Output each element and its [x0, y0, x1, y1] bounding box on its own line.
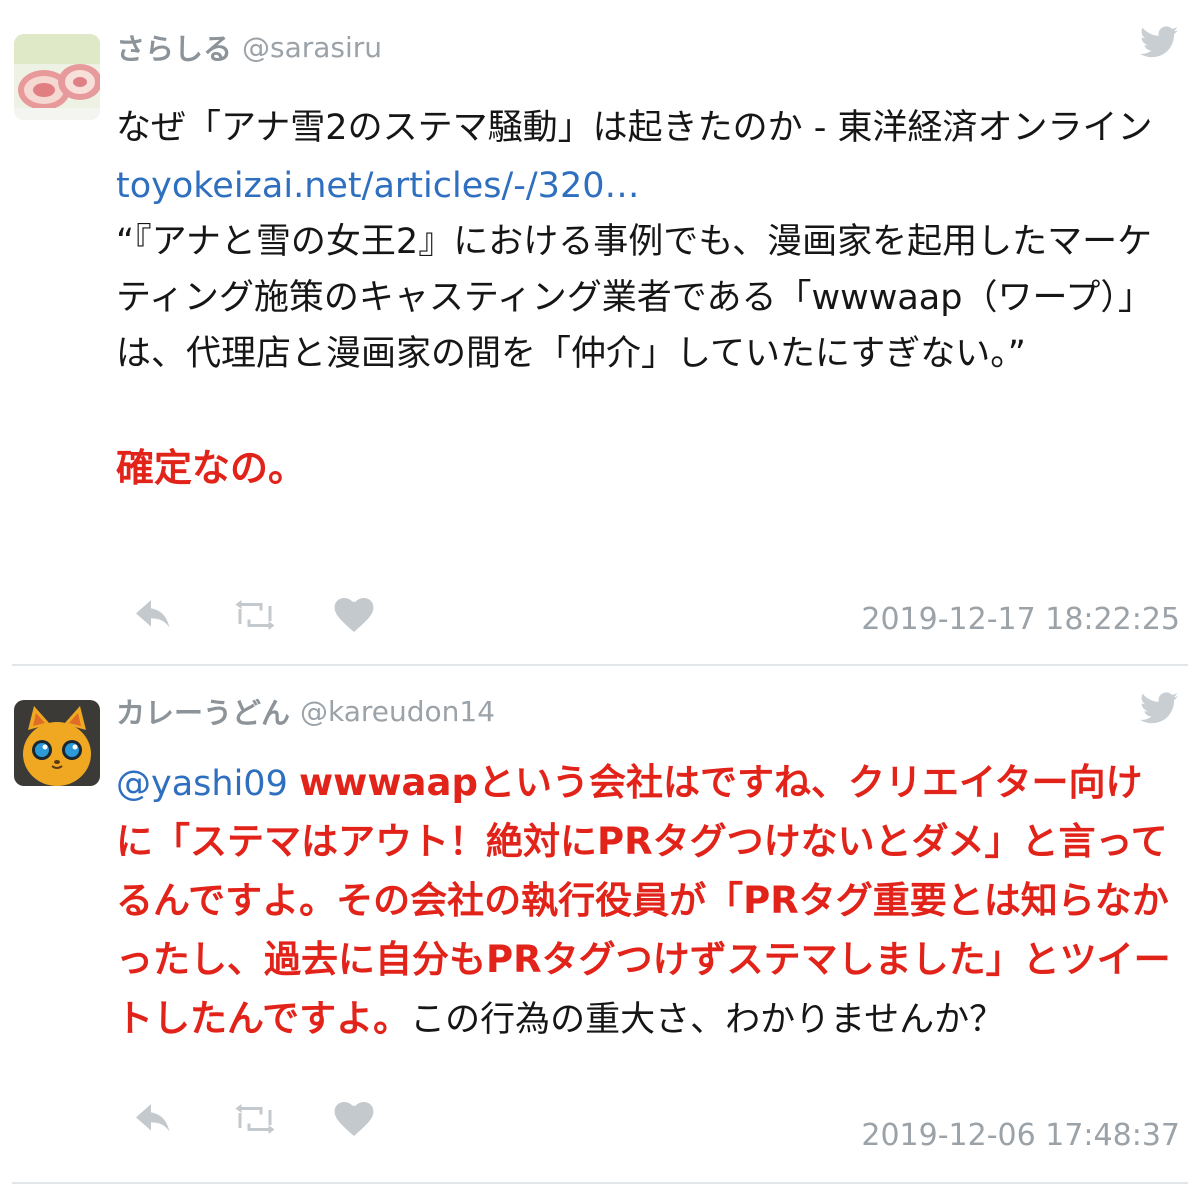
tweet-actions — [136, 598, 432, 632]
divider — [12, 1182, 1188, 1184]
mention-link[interactable]: @yashi09 — [116, 764, 288, 804]
display-name[interactable]: カレーうどん — [116, 690, 290, 732]
divider — [12, 664, 1188, 666]
retweet-icon[interactable] — [234, 1104, 276, 1134]
heart-icon[interactable] — [334, 598, 374, 632]
tweet-text: @yashi09 wwwaapという会社はですね、クリエイター向けに「ステマはア… — [116, 754, 1178, 1049]
tweet-2[interactable]: カレーうどん @kareudon14 @yashi09 wwwaapという会社は… — [0, 680, 1200, 1180]
timestamp[interactable]: 2019-12-06 17:48:37 — [861, 1118, 1180, 1153]
tweet-header: さらしる @sarasiru — [116, 22, 1180, 72]
plain-text: この行為の重大さ、わかりませんか？ — [410, 1000, 1005, 1040]
tweet-header: カレーうどん @kareudon14 — [116, 686, 1180, 736]
reply-icon[interactable] — [136, 1102, 176, 1136]
timestamp[interactable]: 2019-12-17 18:22:25 — [861, 602, 1180, 637]
tweet-1[interactable]: さらしる @sarasiru なぜ「アナ雪2のステマ騒動」は起きたのか - 東洋… — [0, 0, 1200, 662]
emphasis-text: 確定なの。 — [116, 446, 307, 490]
tweet-actions — [136, 1102, 432, 1136]
avatar[interactable] — [14, 34, 100, 120]
article-quote: “『アナと雪の女王2』における事例でも、漫画家を起用したマーケティング施策のキャ… — [116, 222, 1153, 374]
article-link[interactable]: toyokeizai.net/articles/-/320… — [116, 158, 1178, 214]
twitter-bird-icon — [1140, 692, 1178, 724]
heart-icon[interactable] — [334, 1102, 374, 1136]
retweet-icon[interactable] — [234, 600, 276, 630]
twitter-bird-icon — [1140, 26, 1178, 58]
reply-icon[interactable] — [136, 598, 176, 632]
tweet-text: なぜ「アナ雪2のステマ騒動」は起きたのか - 東洋経済オンライン toyokei… — [116, 100, 1178, 498]
avatar[interactable] — [14, 700, 100, 786]
user-handle[interactable]: @kareudon14 — [300, 695, 495, 728]
display-name[interactable]: さらしる — [116, 26, 232, 68]
user-handle[interactable]: @sarasiru — [242, 31, 382, 64]
article-title: なぜ「アナ雪2のステマ騒動」は起きたのか - 東洋経済オンライン — [116, 108, 1153, 148]
